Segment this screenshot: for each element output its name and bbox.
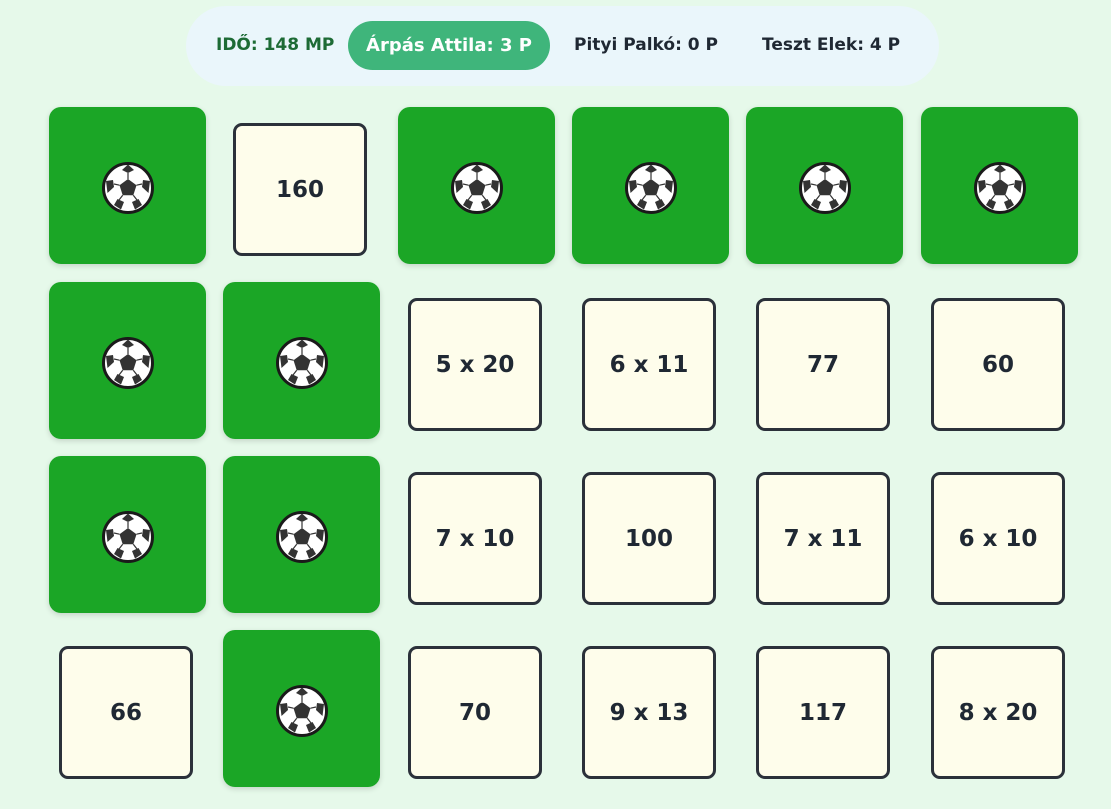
- card-cell: [223, 630, 380, 787]
- card-cell: [49, 107, 206, 264]
- card-cell: [921, 107, 1078, 264]
- card-cell: 8 x 20: [921, 630, 1078, 787]
- soccer-ball-icon: [276, 685, 328, 737]
- card-face-down[interactable]: [223, 456, 380, 613]
- card-cell: [572, 107, 729, 264]
- soccer-ball-icon: [974, 162, 1026, 214]
- card-cell: 7 x 10: [398, 456, 555, 613]
- card-face-down[interactable]: [921, 107, 1078, 264]
- card-face-up[interactable]: 5 x 20: [408, 298, 542, 431]
- card-face-up[interactable]: 100: [582, 472, 716, 605]
- card-face-up[interactable]: 60: [931, 298, 1065, 431]
- card-cell: 117: [746, 630, 903, 787]
- soccer-ball-icon: [102, 511, 154, 563]
- card-face-up[interactable]: 7 x 11: [756, 472, 890, 605]
- card-cell: [49, 282, 206, 439]
- soccer-ball-icon: [102, 162, 154, 214]
- card-face-up[interactable]: 7 x 10: [408, 472, 542, 605]
- card-cell: [223, 282, 380, 439]
- card-face-down[interactable]: [223, 630, 380, 787]
- card-face-up[interactable]: 6 x 10: [931, 472, 1065, 605]
- soccer-ball-icon: [276, 337, 328, 389]
- card-face-up[interactable]: 160: [233, 123, 367, 256]
- card-face-up[interactable]: 77: [756, 298, 890, 431]
- card-face-down[interactable]: [49, 456, 206, 613]
- card-cell: [746, 107, 903, 264]
- card-face-up[interactable]: 6 x 11: [582, 298, 716, 431]
- card-cell: [49, 456, 206, 613]
- card-cell: 5 x 20: [398, 282, 555, 439]
- card-cell: [223, 456, 380, 613]
- card-face-down[interactable]: [49, 107, 206, 264]
- card-cell: 66: [49, 630, 206, 787]
- card-face-down[interactable]: [398, 107, 555, 264]
- card-face-up[interactable]: 8 x 20: [931, 646, 1065, 779]
- soccer-ball-icon: [276, 511, 328, 563]
- card-face-down[interactable]: [49, 282, 206, 439]
- card-cell: 70: [398, 630, 555, 787]
- card-face-up[interactable]: 117: [756, 646, 890, 779]
- card-cell: 77: [746, 282, 903, 439]
- card-cell: [398, 107, 555, 264]
- card-face-up[interactable]: 70: [408, 646, 542, 779]
- card-cell: 6 x 10: [921, 456, 1078, 613]
- card-cell: 160: [223, 107, 380, 264]
- soccer-ball-icon: [799, 162, 851, 214]
- card-face-down[interactable]: [223, 282, 380, 439]
- soccer-ball-icon: [625, 162, 677, 214]
- card-face-down[interactable]: [572, 107, 729, 264]
- soccer-ball-icon: [451, 162, 503, 214]
- card-grid: 160 5 x 20 6 x 11 77 60 7 x 10 100 7 x 11 6 x 10…: [0, 0, 1111, 809]
- soccer-ball-icon: [102, 337, 154, 389]
- card-cell: 100: [572, 456, 729, 613]
- card-face-up[interactable]: 66: [59, 646, 193, 779]
- card-cell: 7 x 11: [746, 456, 903, 613]
- card-face-down[interactable]: [746, 107, 903, 264]
- card-cell: 60: [921, 282, 1078, 439]
- card-cell: 9 x 13: [572, 630, 729, 787]
- card-cell: 6 x 11: [572, 282, 729, 439]
- card-face-up[interactable]: 9 x 13: [582, 646, 716, 779]
